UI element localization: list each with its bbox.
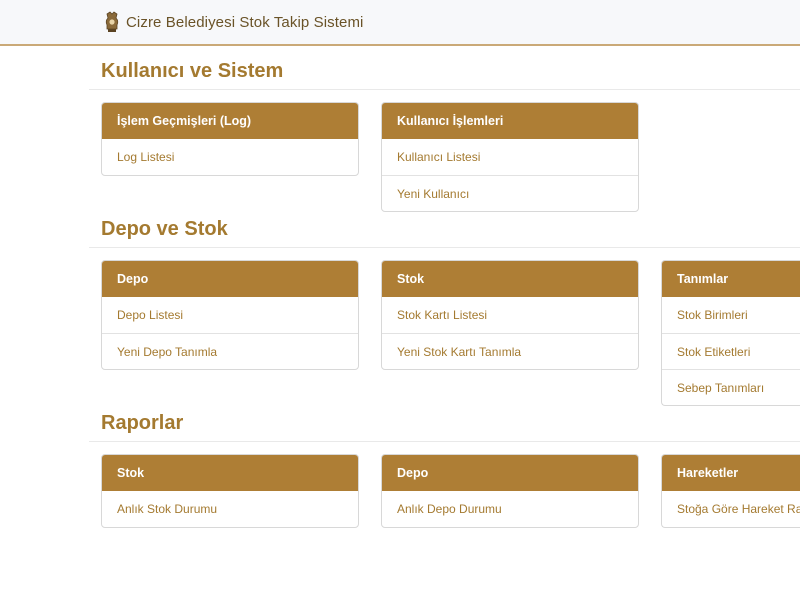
municipality-emblem-icon [105, 11, 119, 32]
link-stok-karti-listesi[interactable]: Stok Kartı Listesi [382, 297, 638, 333]
link-yeni-kullanici[interactable]: Yeni Kullanıcı [382, 175, 638, 211]
card-header: Hareketler [662, 455, 800, 491]
card-header: Kullanıcı İşlemleri [382, 103, 638, 139]
link-yeni-depo-tanimla[interactable]: Yeni Depo Tanımla [102, 333, 358, 369]
card-islem-gecmisleri: İşlem Geçmişleri (Log) Log Listesi [101, 102, 359, 176]
section-divider [89, 441, 800, 442]
link-stoga-gore-hareket-raporu[interactable]: Stoğa Göre Hareket Raporu [662, 491, 800, 527]
card-kullanici-islemleri: Kullanıcı İşlemleri Kullanıcı Listesi Ye… [381, 102, 639, 212]
card-rapor-hareketler: Hareketler Stoğa Göre Hareket Raporu [661, 454, 800, 528]
card-header: Depo [102, 261, 358, 297]
section-divider [89, 247, 800, 248]
link-depo-listesi[interactable]: Depo Listesi [102, 297, 358, 333]
card-header: İşlem Geçmişleri (Log) [102, 103, 358, 139]
link-yeni-stok-karti-tanimla[interactable]: Yeni Stok Kartı Tanımla [382, 333, 638, 369]
app-title: Cizre Belediyesi Stok Takip Sistemi [126, 13, 364, 31]
link-stok-etiketleri[interactable]: Stok Etiketleri [662, 333, 800, 369]
section-divider [89, 89, 800, 90]
card-rapor-depo: Depo Anlık Depo Durumu [381, 454, 639, 528]
card-header: Stok [102, 455, 358, 491]
section-title-raporlar: Raporlar [101, 412, 184, 434]
card-stok: Stok Stok Kartı Listesi Yeni Stok Kartı … [381, 260, 639, 370]
link-log-listesi[interactable]: Log Listesi [102, 139, 358, 175]
card-depo: Depo Depo Listesi Yeni Depo Tanımla [101, 260, 359, 370]
card-header: Tanımlar [662, 261, 800, 297]
navbar: Cizre Belediyesi Stok Takip Sistemi [0, 0, 800, 46]
link-stok-birimleri[interactable]: Stok Birimleri [662, 297, 800, 333]
card-header: Stok [382, 261, 638, 297]
brand-link[interactable]: Cizre Belediyesi Stok Takip Sistemi [104, 11, 363, 33]
card-header: Depo [382, 455, 638, 491]
card-tanimlar: Tanımlar Stok Birimleri Stok Etiketleri … [661, 260, 800, 406]
link-kullanici-listesi[interactable]: Kullanıcı Listesi [382, 139, 638, 175]
link-anlik-depo-durumu[interactable]: Anlık Depo Durumu [382, 491, 638, 527]
section-title-kullanici-ve-sistem: Kullanıcı ve Sistem [101, 60, 284, 82]
section-title-depo-ve-stok: Depo ve Stok [101, 218, 228, 240]
link-sebep-tanimlari[interactable]: Sebep Tanımları [662, 369, 800, 405]
link-anlik-stok-durumu[interactable]: Anlık Stok Durumu [102, 491, 358, 527]
card-rapor-stok: Stok Anlık Stok Durumu [101, 454, 359, 528]
